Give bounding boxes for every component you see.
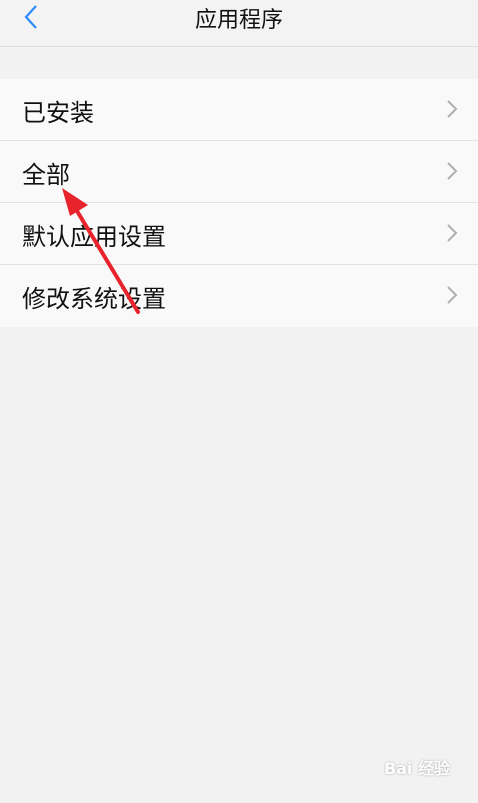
- app-header: 应用程序: [0, 0, 478, 47]
- watermark: Bai 经验: [383, 759, 450, 778]
- chevron-right-icon: [447, 224, 458, 242]
- page-title: 应用程序: [194, 8, 283, 33]
- list-item-installed[interactable]: 已安装: [0, 79, 478, 141]
- list-item-default-apps[interactable]: 默认应用设置: [0, 203, 478, 265]
- chevron-right-icon: [447, 162, 458, 180]
- list-item-label: 已安装: [22, 99, 94, 127]
- list-item-label: 修改系统设置: [22, 285, 166, 313]
- list-item-label: 全部: [22, 161, 70, 189]
- list-item-label: 默认应用设置: [22, 223, 166, 251]
- chevron-right-icon: [447, 286, 458, 304]
- list-item-modify-system-settings[interactable]: 修改系统设置: [0, 265, 478, 327]
- list-item-all[interactable]: 全部: [0, 141, 478, 203]
- settings-list: 已安装 全部 默认应用设置 修改系统设置: [0, 79, 478, 327]
- chevron-right-icon: [447, 100, 458, 118]
